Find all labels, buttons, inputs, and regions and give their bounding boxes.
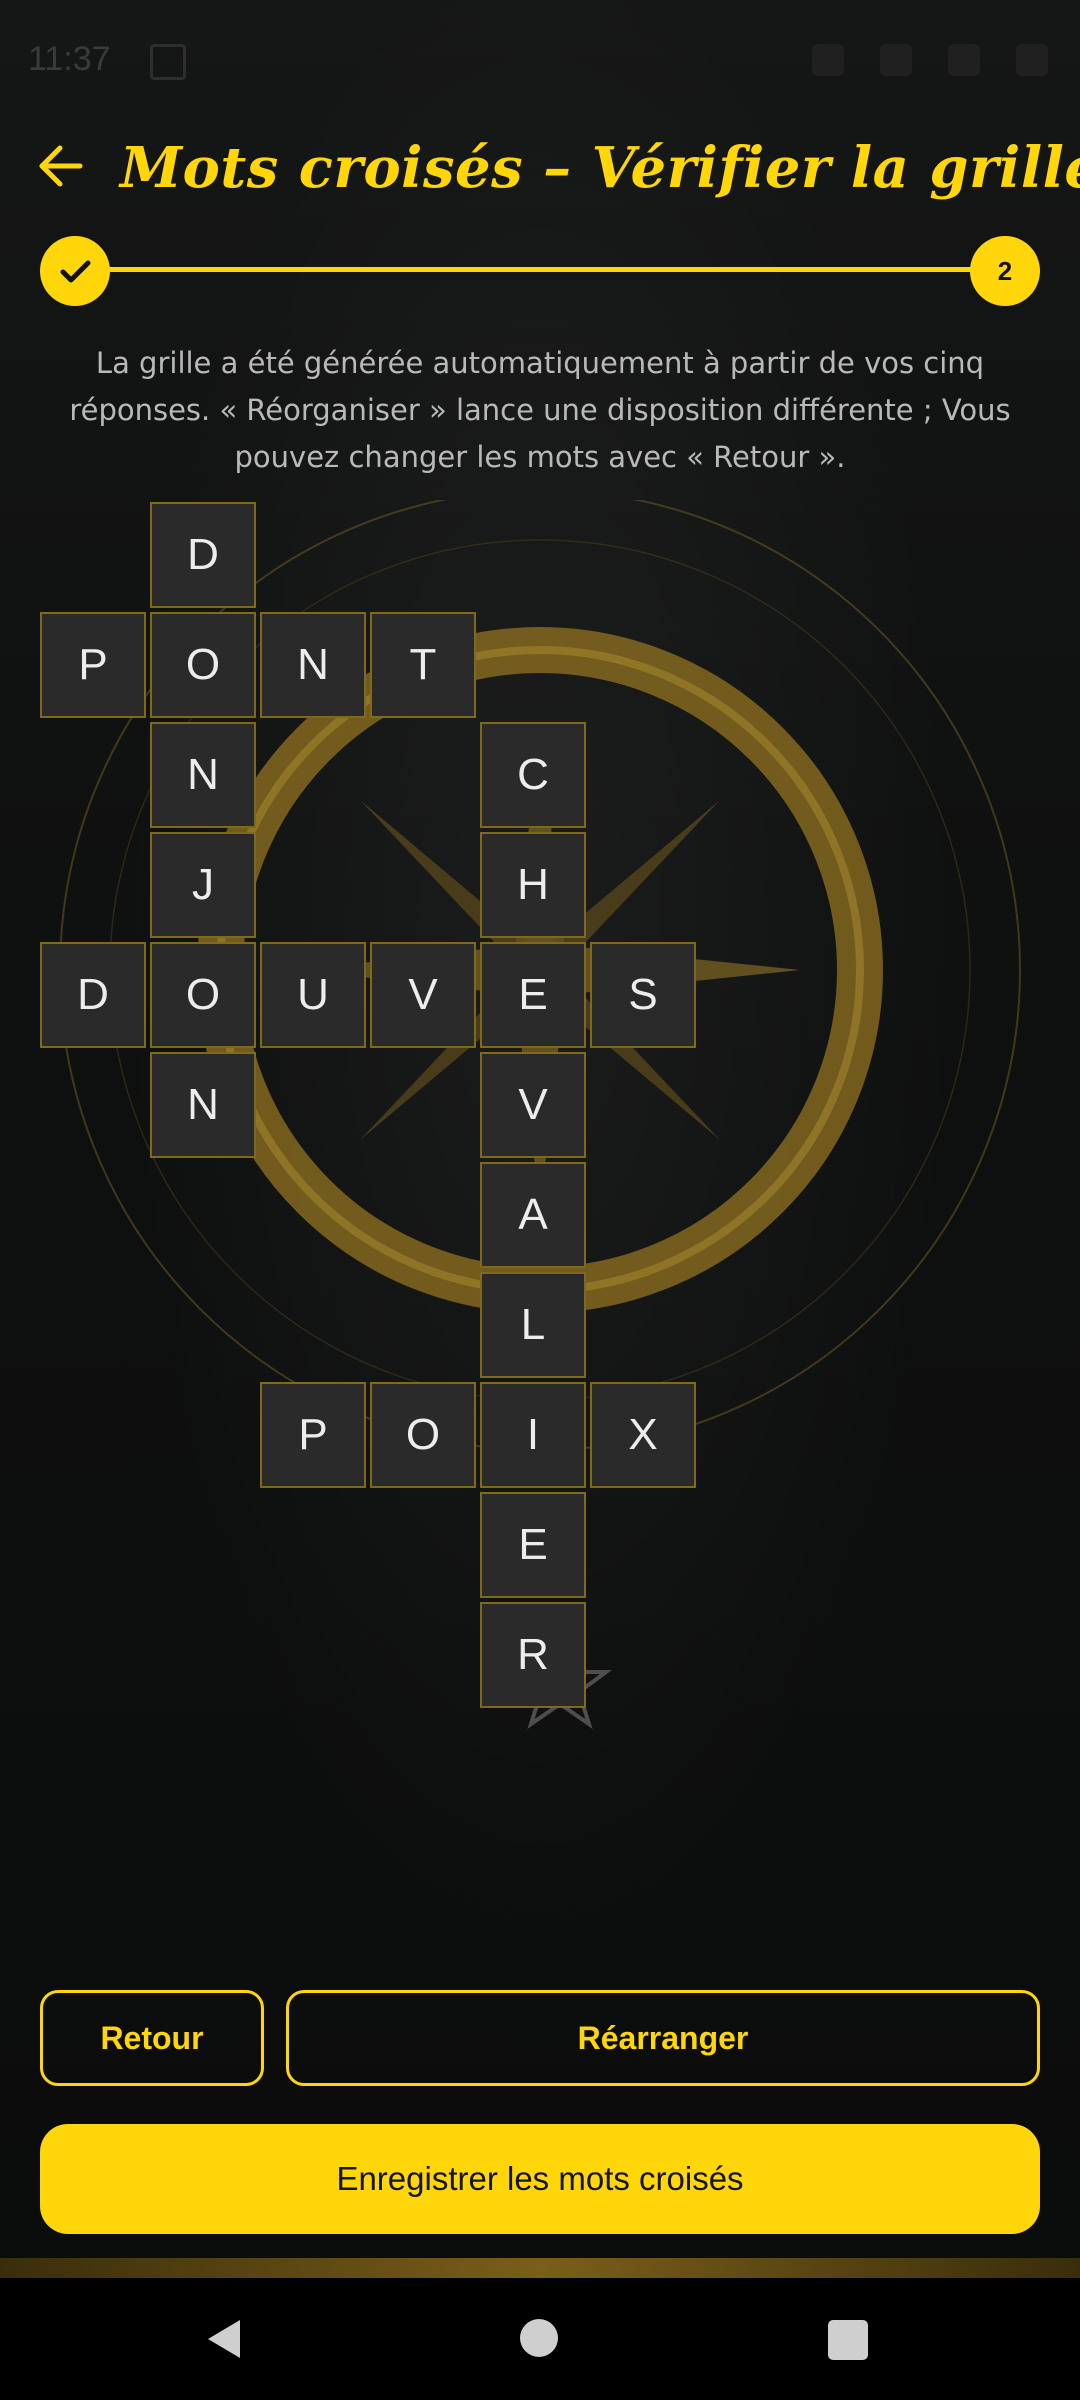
grid-cell: C bbox=[480, 722, 586, 828]
grid-cell: U bbox=[260, 942, 366, 1048]
page-title: Mots croisés – Vérifier la grille bbox=[120, 135, 1080, 201]
grid-cell: P bbox=[260, 1382, 366, 1488]
grid-cell: N bbox=[150, 1052, 256, 1158]
grid-cell: L bbox=[480, 1272, 586, 1378]
progress-stepper: 2 bbox=[40, 236, 1040, 306]
grid-cell: P bbox=[40, 612, 146, 718]
rearrange-button[interactable]: Réarranger bbox=[286, 1990, 1040, 2086]
grid-cell: N bbox=[260, 612, 366, 718]
nav-back-icon[interactable] bbox=[200, 2314, 250, 2364]
grid-cell: E bbox=[480, 1492, 586, 1598]
sim-card-icon bbox=[150, 44, 186, 80]
grid-cell: V bbox=[370, 942, 476, 1048]
status-time: 11:37 bbox=[28, 40, 111, 78]
check-icon bbox=[60, 260, 91, 283]
grid-cell: A bbox=[480, 1162, 586, 1268]
nav-recents-icon[interactable] bbox=[828, 2320, 868, 2360]
status-icons bbox=[776, 44, 1056, 78]
decorative-strip bbox=[0, 2258, 1080, 2278]
wifi-icon bbox=[948, 44, 980, 76]
battery-icon bbox=[1016, 44, 1048, 76]
grid-cell: H bbox=[480, 832, 586, 938]
back-button[interactable]: Retour bbox=[40, 1990, 264, 2086]
grid-cell: O bbox=[370, 1382, 476, 1488]
status-bar: 11:37 bbox=[0, 0, 1080, 110]
nav-home-icon[interactable] bbox=[520, 2319, 558, 2357]
stepper-line bbox=[70, 267, 1010, 272]
grid-cell: N bbox=[150, 722, 256, 828]
grid-cell: D bbox=[40, 942, 146, 1048]
step-current: 2 bbox=[970, 236, 1040, 306]
grid-cell: V bbox=[480, 1052, 586, 1158]
location-icon bbox=[880, 44, 912, 76]
grid-cell: R bbox=[480, 1602, 586, 1708]
vibrate-icon bbox=[812, 44, 844, 76]
grid-cell: X bbox=[590, 1382, 696, 1488]
save-crossword-button[interactable]: Enregistrer les mots croisés bbox=[40, 2124, 1040, 2234]
grid-cell: J bbox=[150, 832, 256, 938]
grid-cell: E bbox=[480, 942, 586, 1048]
back-arrow-icon[interactable] bbox=[34, 136, 94, 196]
grid-cell: D bbox=[150, 502, 256, 608]
step-completed bbox=[40, 236, 110, 306]
instructions-text: La grille a été générée automatiquement … bbox=[69, 346, 1011, 474]
app-header: Mots croisés – Vérifier la grille bbox=[0, 130, 1080, 210]
grid-cell: T bbox=[370, 612, 476, 718]
system-nav-bar bbox=[0, 2278, 1080, 2400]
grid-cell: I bbox=[480, 1382, 586, 1488]
grid-cell: O bbox=[150, 942, 256, 1048]
grid-cell: S bbox=[590, 942, 696, 1048]
grid-cell: O bbox=[150, 612, 256, 718]
